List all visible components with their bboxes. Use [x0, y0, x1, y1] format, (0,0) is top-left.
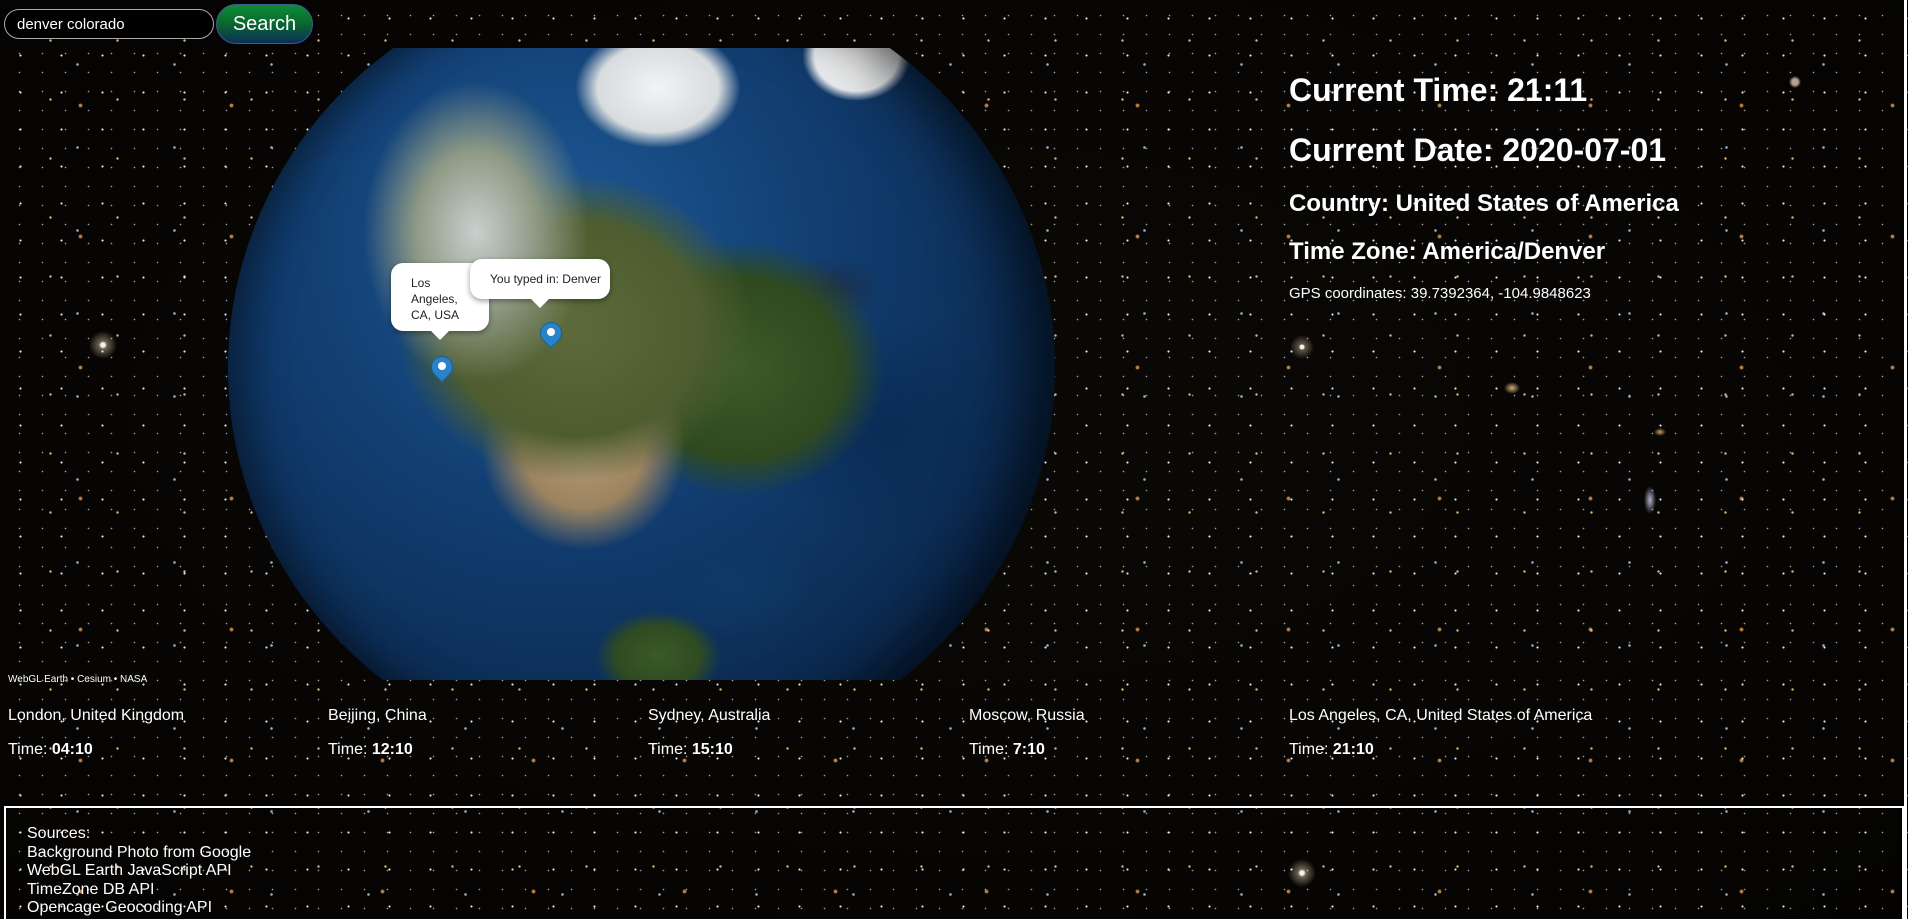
country: Country: United States of America — [1289, 190, 1679, 217]
time-label: Time: — [969, 741, 1013, 758]
city-time: Time: 21:10 — [1289, 741, 1374, 759]
page-right-border — [1904, 0, 1907, 921]
popup-text: Los Angeles, CA, USA — [411, 276, 460, 322]
city-clock-beijing: Beijing, China Time: 12:10 — [328, 707, 427, 758]
time-value: 7:10 — [1012, 741, 1045, 758]
source-item: WebGL Earth JavaScript API — [27, 862, 232, 879]
search-button[interactable]: Search — [216, 4, 313, 44]
sources-box: Sources: Background Photo from Google We… — [4, 806, 1904, 921]
city-time: Time: 7:10 — [969, 741, 1045, 759]
city-clock-london: London, United Kingdom Time: 04:10 — [8, 707, 185, 758]
marker-popup-denver: You typed in: Denver — [470, 259, 610, 308]
current-time: Current Time: 21:11 — [1289, 72, 1588, 108]
time-value: 12:10 — [371, 741, 413, 758]
time-label: Time: — [328, 741, 372, 758]
time-value: 21:10 — [1332, 741, 1374, 758]
globe-viewport[interactable] — [0, 48, 1057, 680]
map-pin-icon[interactable] — [426, 351, 458, 386]
map-pin-dot — [438, 362, 446, 370]
sources-heading: Sources: — [27, 825, 91, 842]
city-name: Moscow, Russia — [969, 707, 1085, 724]
popup-text: You typed in: Denver — [490, 272, 601, 286]
time-value: 04:10 — [51, 741, 93, 758]
time-label: Time: — [8, 741, 52, 758]
source-item: Opencage Geocoding API — [27, 899, 213, 916]
time-label: Time: — [1289, 741, 1333, 758]
source-item: Background Photo from Google — [27, 843, 252, 861]
city-name: Los Angeles, CA, United States of Americ… — [1289, 707, 1593, 724]
current-date: Current Date: 2020-07-01 — [1289, 132, 1667, 168]
city-name: Beijing, China — [328, 707, 427, 724]
city-time: Time: 12:10 — [328, 741, 413, 759]
globe-credit[interactable]: WebGL Earth • Cesium • NASA — [8, 674, 147, 685]
city-time: Time: 15:10 — [648, 741, 733, 759]
city-clock-los-angeles: Los Angeles, CA, United States of Americ… — [1289, 707, 1593, 758]
time-zone: Time Zone: America/Denver — [1289, 238, 1606, 265]
map-pin-dot — [547, 328, 555, 336]
source-item: TimeZone DB API — [27, 880, 155, 898]
earth-globe[interactable] — [228, 48, 1055, 680]
search-bar: Search — [4, 4, 313, 44]
map-pin-icon[interactable] — [535, 317, 567, 352]
gps-coordinates: GPS coordinates: 39.7392364, -104.984862… — [1289, 285, 1591, 302]
search-input[interactable] — [4, 9, 214, 39]
city-time: Time: 04:10 — [8, 741, 93, 759]
city-name: Sydney, Australia — [648, 707, 771, 724]
city-clock-moscow: Moscow, Russia Time: 7:10 — [969, 707, 1085, 758]
time-value: 15:10 — [691, 741, 733, 758]
city-clock-sydney: Sydney, Australia Time: 15:10 — [648, 707, 771, 758]
time-label: Time: — [648, 741, 692, 758]
city-name: London, United Kingdom — [8, 707, 185, 724]
